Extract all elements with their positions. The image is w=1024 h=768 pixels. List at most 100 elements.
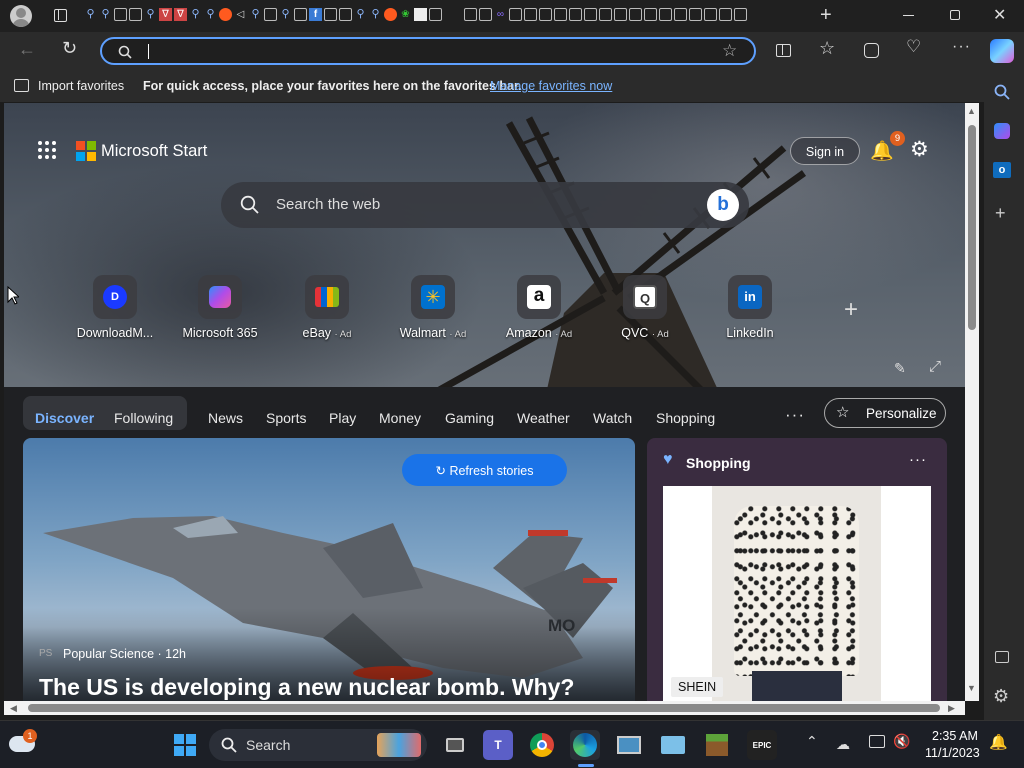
shopping-more-icon[interactable]: ··· [909,451,927,468]
search-icon[interactable] [994,84,1010,100]
quick-link-downloadm[interactable]: D DownloadM... [70,275,160,340]
document-tab-icon[interactable] [429,8,442,21]
scroll-down-arrow-icon[interactable]: ▼ [967,683,976,693]
notification-bell-icon[interactable]: 🔔 [989,733,1008,751]
display-icon[interactable] [869,735,885,748]
page-tab-icon[interactable] [264,8,277,21]
settings-more-icon[interactable]: ··· [952,38,971,56]
page-tab-icon[interactable] [539,8,552,21]
copilot-sidebar-icon[interactable] [994,123,1010,139]
manage-favorites-link[interactable]: Manage favorites now [490,79,612,93]
tab-play[interactable]: Play [329,410,356,426]
quick-link-amazon[interactable]: a Amazon · Ad [494,275,584,340]
remote-desktop-icon[interactable] [614,730,644,760]
page-tab-icon[interactable] [464,8,477,21]
document-tab-icon[interactable] [324,8,337,21]
blank-tab-icon[interactable] [414,8,427,21]
tab-watch[interactable]: Watch [593,410,632,426]
sidebar-settings-gear-icon[interactable]: ⚙ [993,686,1009,707]
search-tab-icon[interactable]: ⚲ [99,8,112,21]
expand-icon[interactable]: ⤢ [929,358,941,375]
outlook-icon[interactable]: o [993,162,1011,178]
search-tab-icon[interactable]: ⚲ [189,8,202,21]
search-tab-icon[interactable]: ⚲ [279,8,292,21]
split-screen-icon[interactable] [776,44,791,57]
scroll-right-arrow-icon[interactable]: ▶ [948,703,955,714]
tab-shopping[interactable]: Shopping [656,410,715,426]
clock-time[interactable]: 2:35 AM [932,729,978,743]
edit-background-icon[interactable]: ✎ [894,360,906,377]
page-tab-icon[interactable] [599,8,612,21]
page-tab-icon[interactable] [659,8,672,21]
brand-title[interactable]: Microsoft Start [101,142,207,161]
search-tab-icon[interactable]: ⚲ [144,8,157,21]
close-icon[interactable]: ✕ [993,5,1006,25]
windows-start-icon[interactable] [174,734,196,756]
collections-icon[interactable] [864,43,879,58]
web-search-box[interactable]: Search the web b [221,182,749,228]
facebook-tab-icon[interactable]: f [309,8,322,21]
quick-link-linkedin[interactable]: in LinkedIn [705,275,795,340]
page-tab-icon[interactable] [674,8,687,21]
tab-weather[interactable]: Weather [517,410,570,426]
page-tab-icon[interactable] [614,8,627,21]
copilot-icon[interactable] [990,39,1014,63]
import-favorites-button[interactable]: Import favorites [38,79,124,93]
tab-news[interactable]: News [208,410,243,426]
notifications-bell-icon[interactable]: 🔔 [870,139,894,163]
page-tab-icon[interactable] [569,8,582,21]
minimize-icon[interactable] [903,15,914,16]
back-icon[interactable]: ← [18,39,36,60]
document-tab-icon[interactable] [294,8,307,21]
page-tab-icon[interactable] [129,8,142,21]
restore-icon[interactable] [950,10,960,20]
quick-link-walmart[interactable]: ✳ Walmart · Ad [388,275,478,340]
document-tab-icon[interactable] [339,8,352,21]
search-tab-icon[interactable]: ⚲ [204,8,217,21]
bing-chat-icon[interactable]: b [707,189,739,221]
page-tab-icon[interactable] [524,8,537,21]
search-tab-icon[interactable]: ⚲ [354,8,367,21]
vertical-scrollbar[interactable]: ▲ ▼ [965,103,979,701]
page-tab-icon[interactable] [629,8,642,21]
page-tab-icon[interactable] [479,8,492,21]
search-tab-icon[interactable]: ⚲ [249,8,262,21]
search-tab-icon[interactable]: ⚲ [84,8,97,21]
onedrive-icon[interactable]: ☁ [836,736,850,753]
scroll-up-arrow-icon[interactable]: ▲ [967,106,976,116]
speaker-tab-icon[interactable]: ◁ [234,8,247,21]
site-tab-icon[interactable]: ∞ [494,8,507,21]
page-tab-icon[interactable] [584,8,597,21]
show-hidden-icons-icon[interactable]: ⌃ [806,733,818,750]
favorites-icon[interactable]: ☆ [819,38,835,59]
tab-discover[interactable]: Discover [35,410,94,426]
search-tab-icon[interactable]: ⚲ [369,8,382,21]
tab-following[interactable]: Following [114,410,173,426]
page-settings-gear-icon[interactable]: ⚙ [910,137,929,162]
file-explorer-icon[interactable] [658,730,688,760]
quick-link-ebay[interactable]: eBay · Ad [282,275,372,340]
chrome-icon[interactable] [527,730,557,760]
profile-avatar[interactable] [10,5,32,27]
browser-essentials-icon[interactable]: ♡ [906,37,921,57]
new-tab-icon[interactable]: + [820,4,832,27]
green-tab-icon[interactable]: ❀ [399,8,412,21]
clock-date[interactable]: 11/1/2023 [925,746,980,760]
add-sidebar-app-icon[interactable]: + [995,203,1006,224]
taskbar-search[interactable]: Search [209,729,427,761]
sidebar-toggle-icon[interactable] [995,651,1009,663]
page-tab-icon[interactable] [734,8,747,21]
horizontal-scrollbar[interactable]: ◀ ▶ [4,701,965,715]
page-tab-icon[interactable] [689,8,702,21]
page-tab-icon[interactable] [554,8,567,21]
tab-sports[interactable]: Sports [266,410,306,426]
scroll-left-arrow-icon[interactable]: ◀ [10,703,17,714]
reddit-tab-icon[interactable] [384,8,397,21]
more-tabs-icon[interactable]: ··· [785,405,805,425]
hero-story-card[interactable]: MO ↻ Refresh stories PS Popular Science … [23,438,635,701]
minecraft-icon[interactable] [702,730,732,760]
page-tab-icon[interactable] [114,8,127,21]
volume-muted-icon[interactable]: 🔇 [893,733,910,750]
scroll-thumb[interactable] [968,125,976,330]
product-image[interactable]: SHEIN [663,486,931,701]
